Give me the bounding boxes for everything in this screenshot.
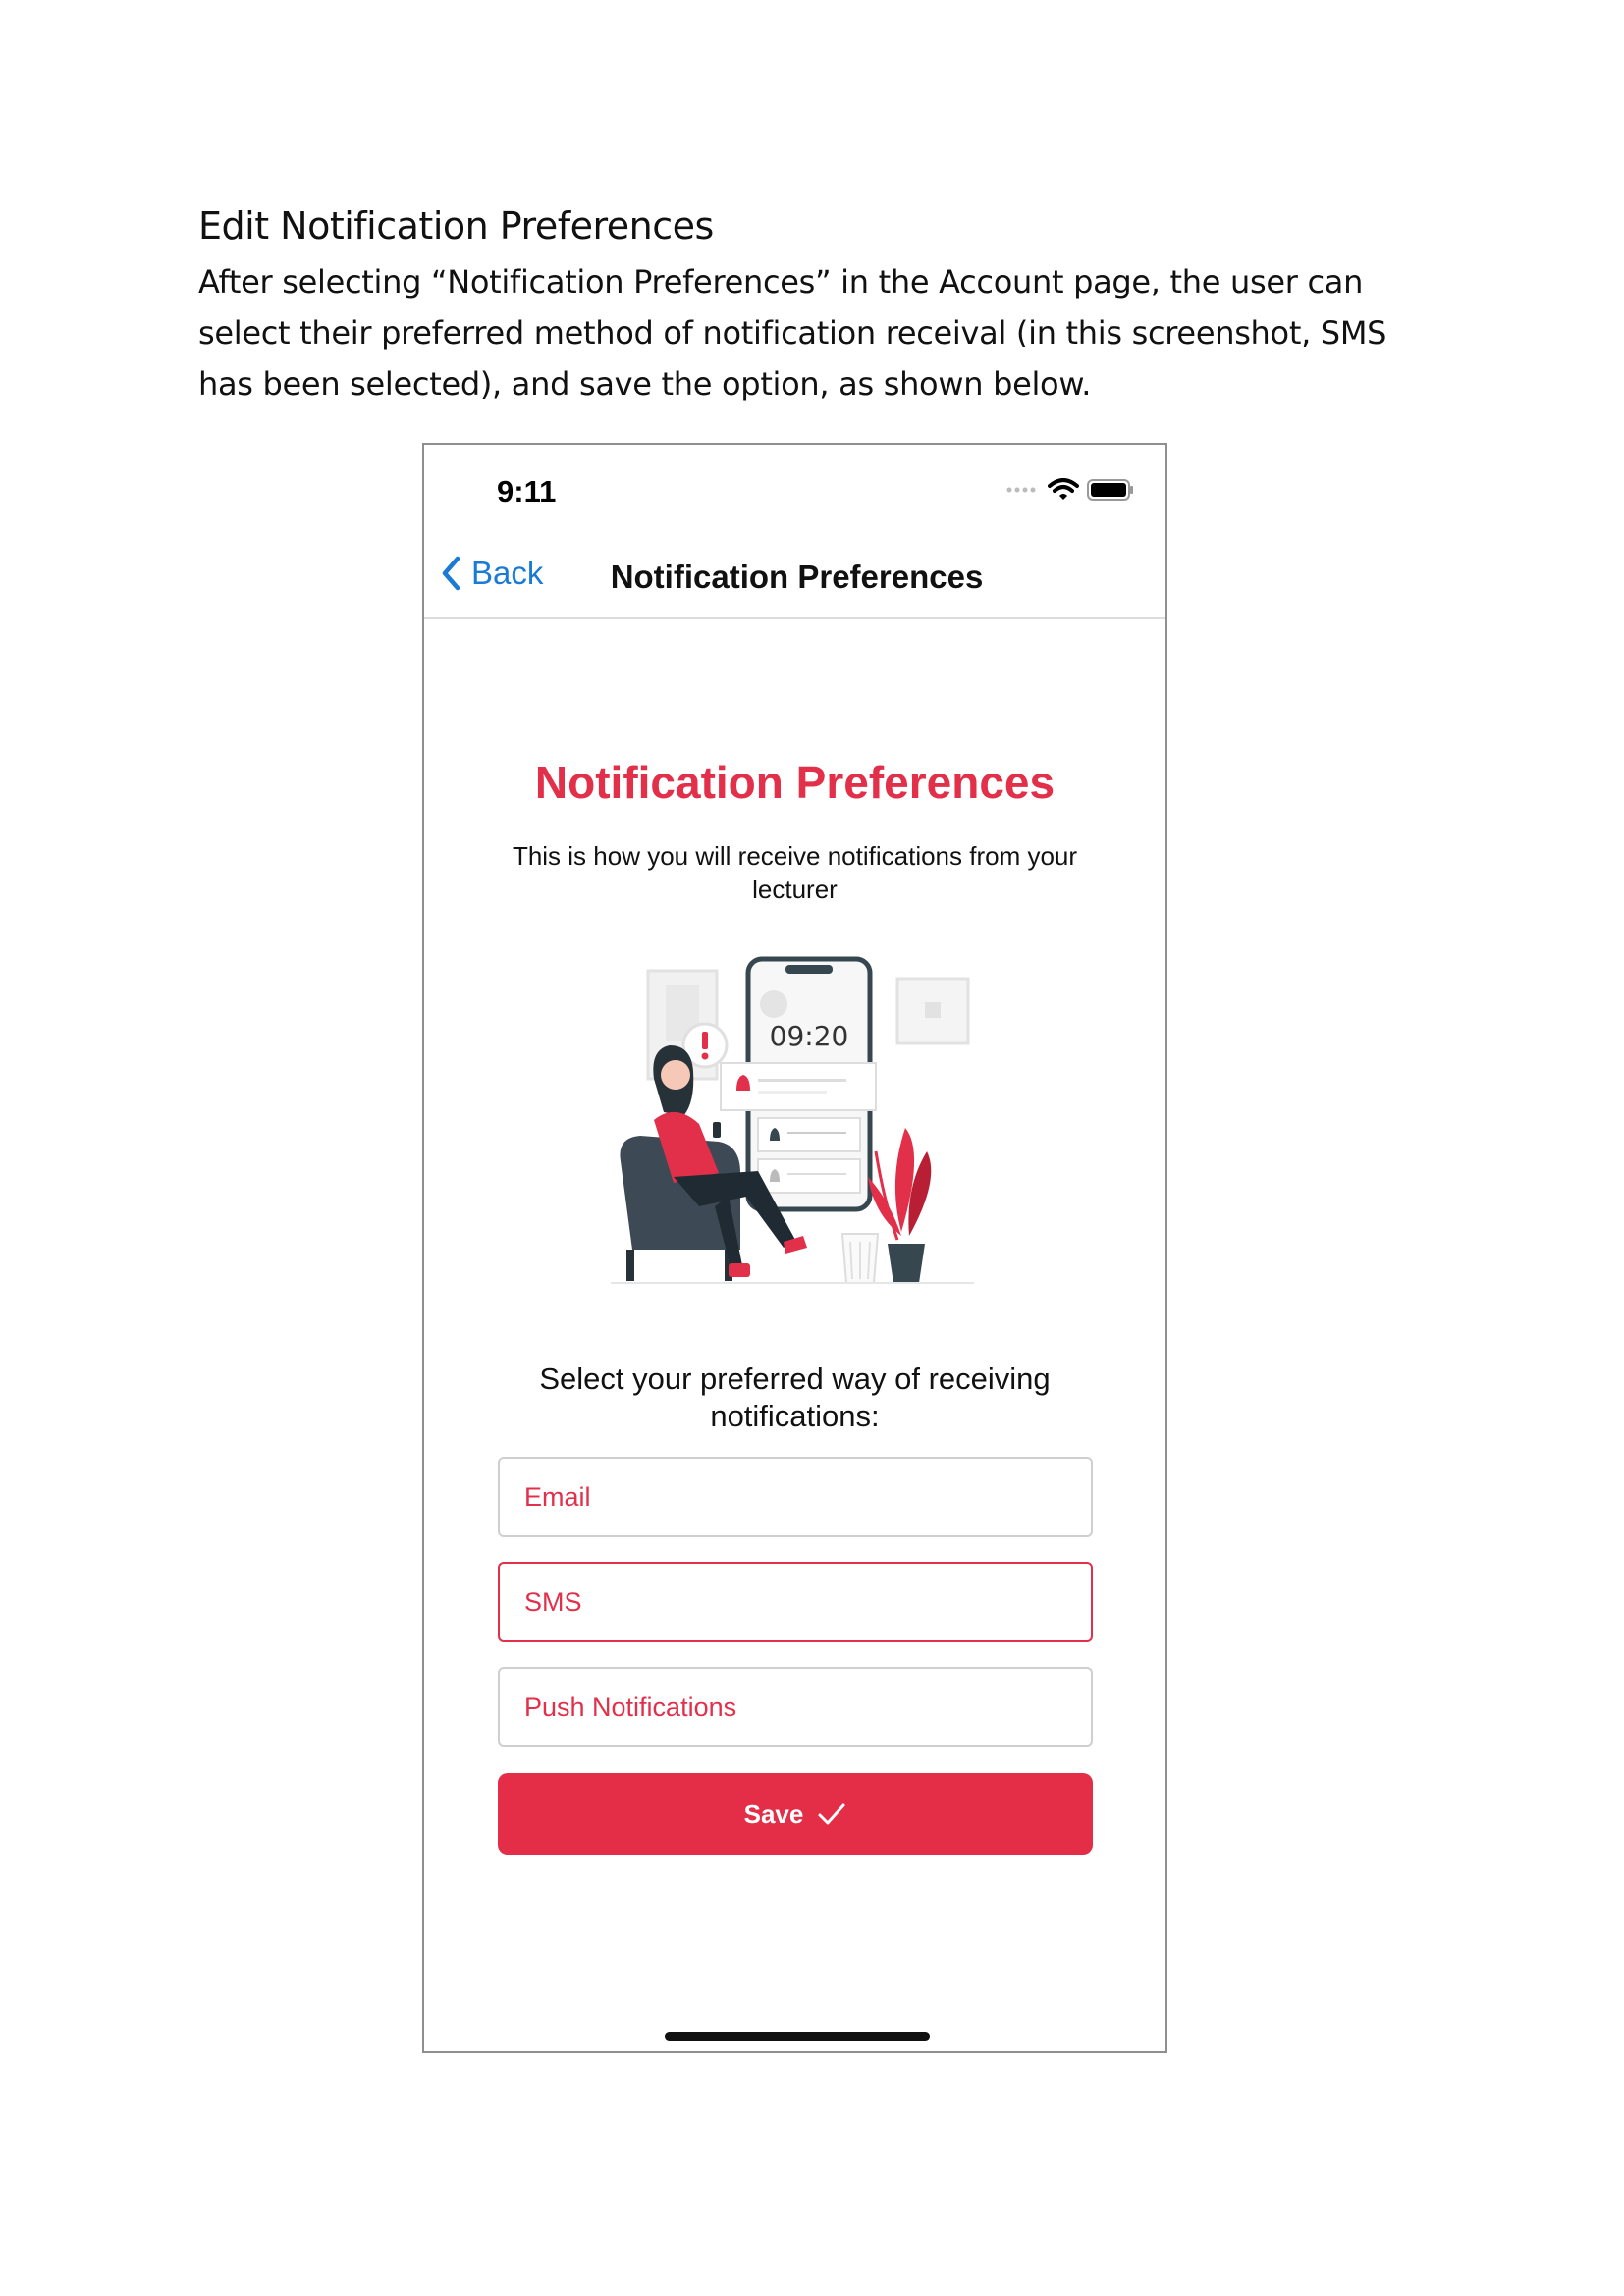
phone-screenshot: 9:11 Back Notification Preferences Notif… [422, 443, 1167, 2053]
notification-illustration: 09:20 [611, 956, 974, 1284]
option-sms[interactable]: SMS [498, 1562, 1093, 1642]
nav-title: Notification Preferences [610, 559, 984, 595]
home-indicator [665, 2032, 930, 2041]
save-button[interactable]: Save [498, 1773, 1093, 1855]
battery-icon [1087, 479, 1133, 501]
navigation-bar: Back Notification Preferences [424, 543, 1165, 619]
page-title: Notification Preferences [534, 757, 1056, 808]
option-email[interactable]: Email [498, 1457, 1093, 1537]
wifi-icon [1048, 478, 1079, 500]
status-time: 9:11 [497, 474, 557, 508]
save-label: Save [743, 1798, 804, 1829]
checkmark-icon [818, 1803, 845, 1825]
document-heading: Edit Notification Preferences [198, 204, 714, 247]
signal-dots-icon [1006, 487, 1036, 493]
illustration-clock: 09:20 [770, 1020, 849, 1052]
select-label: Select your preferred way of receiving n… [539, 1362, 1051, 1433]
document-paragraph: After selecting “Notification Preference… [198, 263, 1387, 402]
page-subtitle: This is how you will receive notificatio… [512, 841, 1078, 904]
option-push-notifications[interactable]: Push Notifications [498, 1667, 1093, 1747]
status-icons [1006, 478, 1134, 502]
